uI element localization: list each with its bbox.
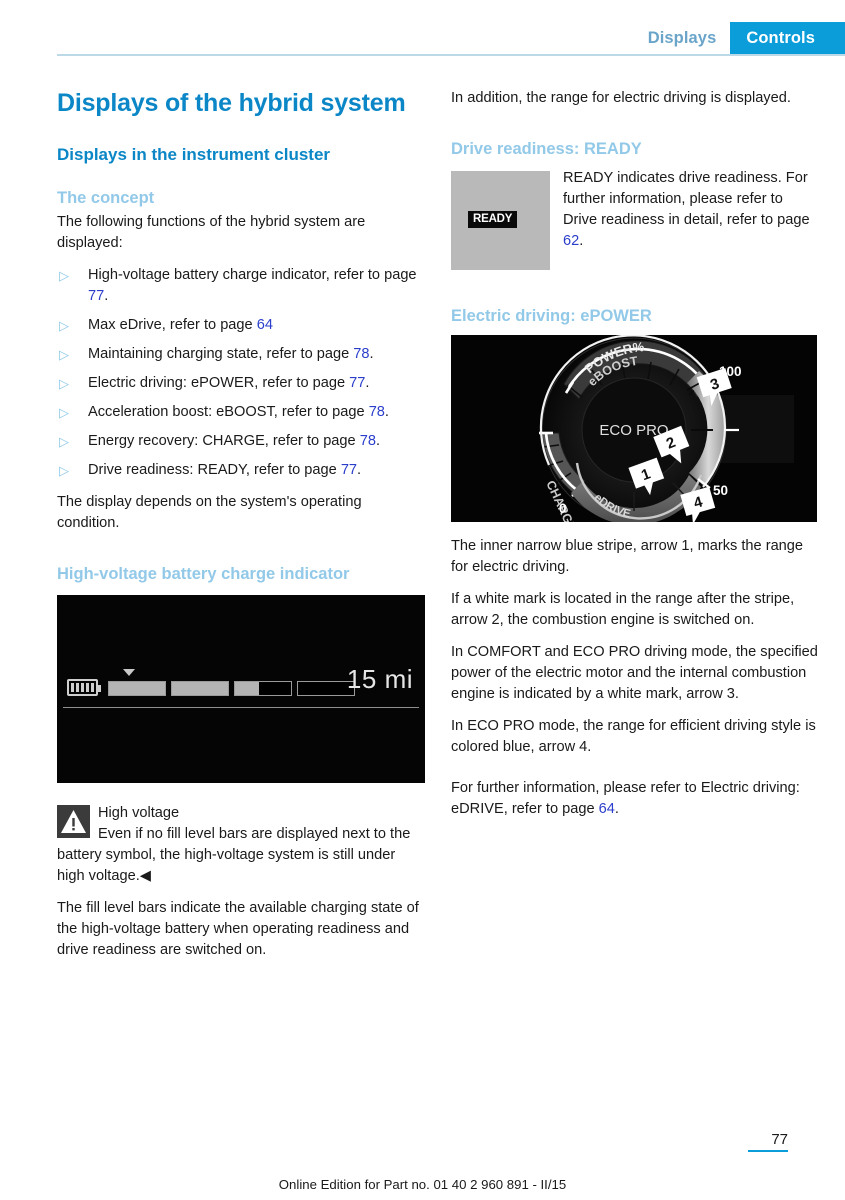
list-item-tail: . bbox=[365, 375, 370, 391]
further-information-paragraph: For further information, please refer to… bbox=[451, 778, 819, 820]
tab-controls[interactable]: Controls bbox=[730, 22, 845, 54]
figure-epower-gauge: POWER% eBOOST eDRIVE ECO PRO CHARGE 100 … bbox=[451, 335, 817, 522]
gauge-paragraph-4: In ECO PRO mode, the range for efficient… bbox=[451, 718, 816, 755]
list-item: ▷ Maintaining charging state, refer to p… bbox=[57, 344, 425, 365]
list-item-tail: . bbox=[104, 288, 109, 304]
display-condition-paragraph: The display depends on the system's oper… bbox=[57, 494, 362, 531]
down-triangle-marker-icon bbox=[123, 669, 135, 676]
notice-body: Even if no fill level bars are displayed… bbox=[57, 824, 425, 887]
page-reference-link[interactable]: 77 bbox=[88, 288, 104, 304]
list-item-text: Electric driving: ePOWER, refer to page bbox=[88, 375, 350, 391]
list-item: ▷ Max eDrive, refer to page 64 bbox=[57, 315, 425, 336]
fill-level-bars bbox=[108, 681, 355, 696]
gauge-paragraph-2: If a white mark is located in the range … bbox=[451, 591, 795, 628]
display-baseline bbox=[63, 707, 419, 708]
triangle-right-icon: ▷ bbox=[59, 318, 69, 333]
further-information-tail: . bbox=[614, 801, 619, 817]
page-reference-link[interactable]: 77 bbox=[341, 462, 357, 478]
list-item: ▷ Acceleration boost: eBOOST, refer to p… bbox=[57, 402, 425, 423]
ready-figure-block: READY READY indicates drive readiness. F… bbox=[451, 168, 819, 276]
subsection-heading-battery-charge-indicator: High-voltage battery charge indicator bbox=[57, 565, 350, 583]
concept-intro-paragraph: The following functions of the hybrid sy… bbox=[57, 214, 366, 251]
subsection-heading-drive-readiness: Drive readiness: READY bbox=[451, 140, 642, 158]
section-heading-instrument-cluster: Displays in the instrument cluster bbox=[57, 145, 331, 164]
battery-icon bbox=[67, 679, 101, 696]
ready-description-paragraph: READY indicates drive readiness. For fur… bbox=[563, 168, 819, 252]
fill-level-explanation-paragraph: The fill level bars indicate the availab… bbox=[57, 900, 419, 958]
fill-level-bar bbox=[171, 681, 229, 696]
header-divider bbox=[57, 54, 845, 56]
figure-ready-display: READY bbox=[451, 171, 550, 270]
notice-body-text: Even if no fill level bars are displayed… bbox=[57, 826, 411, 884]
list-item: ▷ Electric driving: ePOWER, refer to pag… bbox=[57, 373, 425, 394]
list-item: ▷ Energy recovery: CHARGE, refer to page… bbox=[57, 431, 425, 452]
page-footer: Online Edition for Part no. 01 40 2 960 … bbox=[0, 1152, 845, 1192]
triangle-right-icon: ▷ bbox=[59, 463, 69, 478]
list-item: ▷ Drive readiness: READY, refer to page … bbox=[57, 460, 425, 481]
figure-battery-charge-indicator: 15 mi bbox=[57, 595, 425, 783]
triangle-right-icon: ▷ bbox=[59, 376, 69, 391]
list-item-text: Acceleration boost: eBOOST, refer to pag… bbox=[88, 404, 369, 420]
further-information-text: For further information, please refer to… bbox=[451, 780, 800, 817]
right-column: In addition, the range for electric driv… bbox=[451, 88, 819, 831]
page-reference-link[interactable]: 78 bbox=[369, 404, 385, 420]
list-item-tail: . bbox=[369, 346, 374, 362]
fill-level-bar bbox=[234, 681, 292, 696]
page-reference-link[interactable]: 78 bbox=[353, 346, 369, 362]
triangle-right-icon: ▷ bbox=[59, 434, 69, 449]
page-reference-link[interactable]: 64 bbox=[257, 317, 273, 333]
gauge-tick-50: 50 bbox=[713, 483, 728, 498]
list-item-tail: . bbox=[375, 433, 381, 449]
list-item-text: Maintaining charging state, refer to pag… bbox=[88, 346, 354, 362]
list-item-tail: . bbox=[384, 404, 389, 420]
page-reference-link[interactable]: 64 bbox=[599, 801, 615, 817]
triangle-right-icon: ▷ bbox=[59, 405, 69, 420]
gauge-paragraph-3: In COMFORT and ECO PRO driving mode, the… bbox=[451, 644, 818, 702]
page-reference-link[interactable]: 77 bbox=[349, 375, 365, 391]
list-item-text: High-voltage battery charge indicator, r… bbox=[88, 267, 417, 283]
subsection-heading-the-concept: The concept bbox=[57, 189, 155, 207]
electric-range-value: 15 mi bbox=[346, 664, 413, 694]
hybrid-functions-list: ▷ High-voltage battery charge indicator,… bbox=[57, 265, 425, 481]
fill-level-bar bbox=[108, 681, 166, 696]
page-header: Displays Controls bbox=[0, 22, 845, 54]
list-item: ▷ High-voltage battery charge indicator,… bbox=[57, 265, 425, 307]
list-item-text: Max eDrive, refer to page bbox=[88, 317, 257, 333]
triangle-right-icon: ▷ bbox=[59, 347, 69, 362]
notice-title: High voltage bbox=[98, 805, 180, 821]
ready-description-tail: . bbox=[579, 233, 584, 249]
page-reference-link[interactable]: 62 bbox=[563, 233, 579, 249]
left-column: Displays of the hybrid system Displays i… bbox=[57, 88, 425, 961]
ready-indicator-chip: READY bbox=[468, 211, 518, 228]
tab-displays[interactable]: Displays bbox=[633, 22, 731, 54]
list-item-text: Drive readiness: READY, refer to page bbox=[88, 462, 341, 478]
page-reference-link[interactable]: 78 bbox=[360, 433, 376, 449]
header-tabs: Displays Controls bbox=[633, 22, 845, 54]
page-number-rule bbox=[748, 1150, 788, 1152]
ready-description-text: READY indicates drive readiness. For fur… bbox=[563, 170, 810, 228]
warning-triangle-icon bbox=[57, 805, 90, 838]
gauge-tick-0: 0 bbox=[559, 501, 567, 516]
notice-end-mark: ◀ bbox=[139, 868, 151, 884]
page-number: 77 bbox=[771, 1131, 788, 1148]
footer-edition-text: Online Edition for Part no. 01 40 2 960 … bbox=[278, 1177, 567, 1192]
high-voltage-warning-notice: High voltage Even if no fill level bars … bbox=[57, 803, 425, 887]
triangle-right-icon: ▷ bbox=[59, 268, 69, 283]
gauge-paragraph-1: The inner narrow blue stripe, arrow 1, m… bbox=[451, 538, 804, 575]
list-item-tail: . bbox=[357, 462, 362, 478]
list-item-text: Energy recovery: CHARGE, refer to page bbox=[88, 433, 360, 449]
battery-indicator-row: 15 mi bbox=[57, 664, 425, 709]
subsection-heading-electric-driving-epower: Electric driving: ePOWER bbox=[451, 307, 652, 325]
page-title: Displays of the hybrid system bbox=[57, 89, 406, 117]
range-addition-paragraph: In addition, the range for electric driv… bbox=[451, 90, 791, 106]
